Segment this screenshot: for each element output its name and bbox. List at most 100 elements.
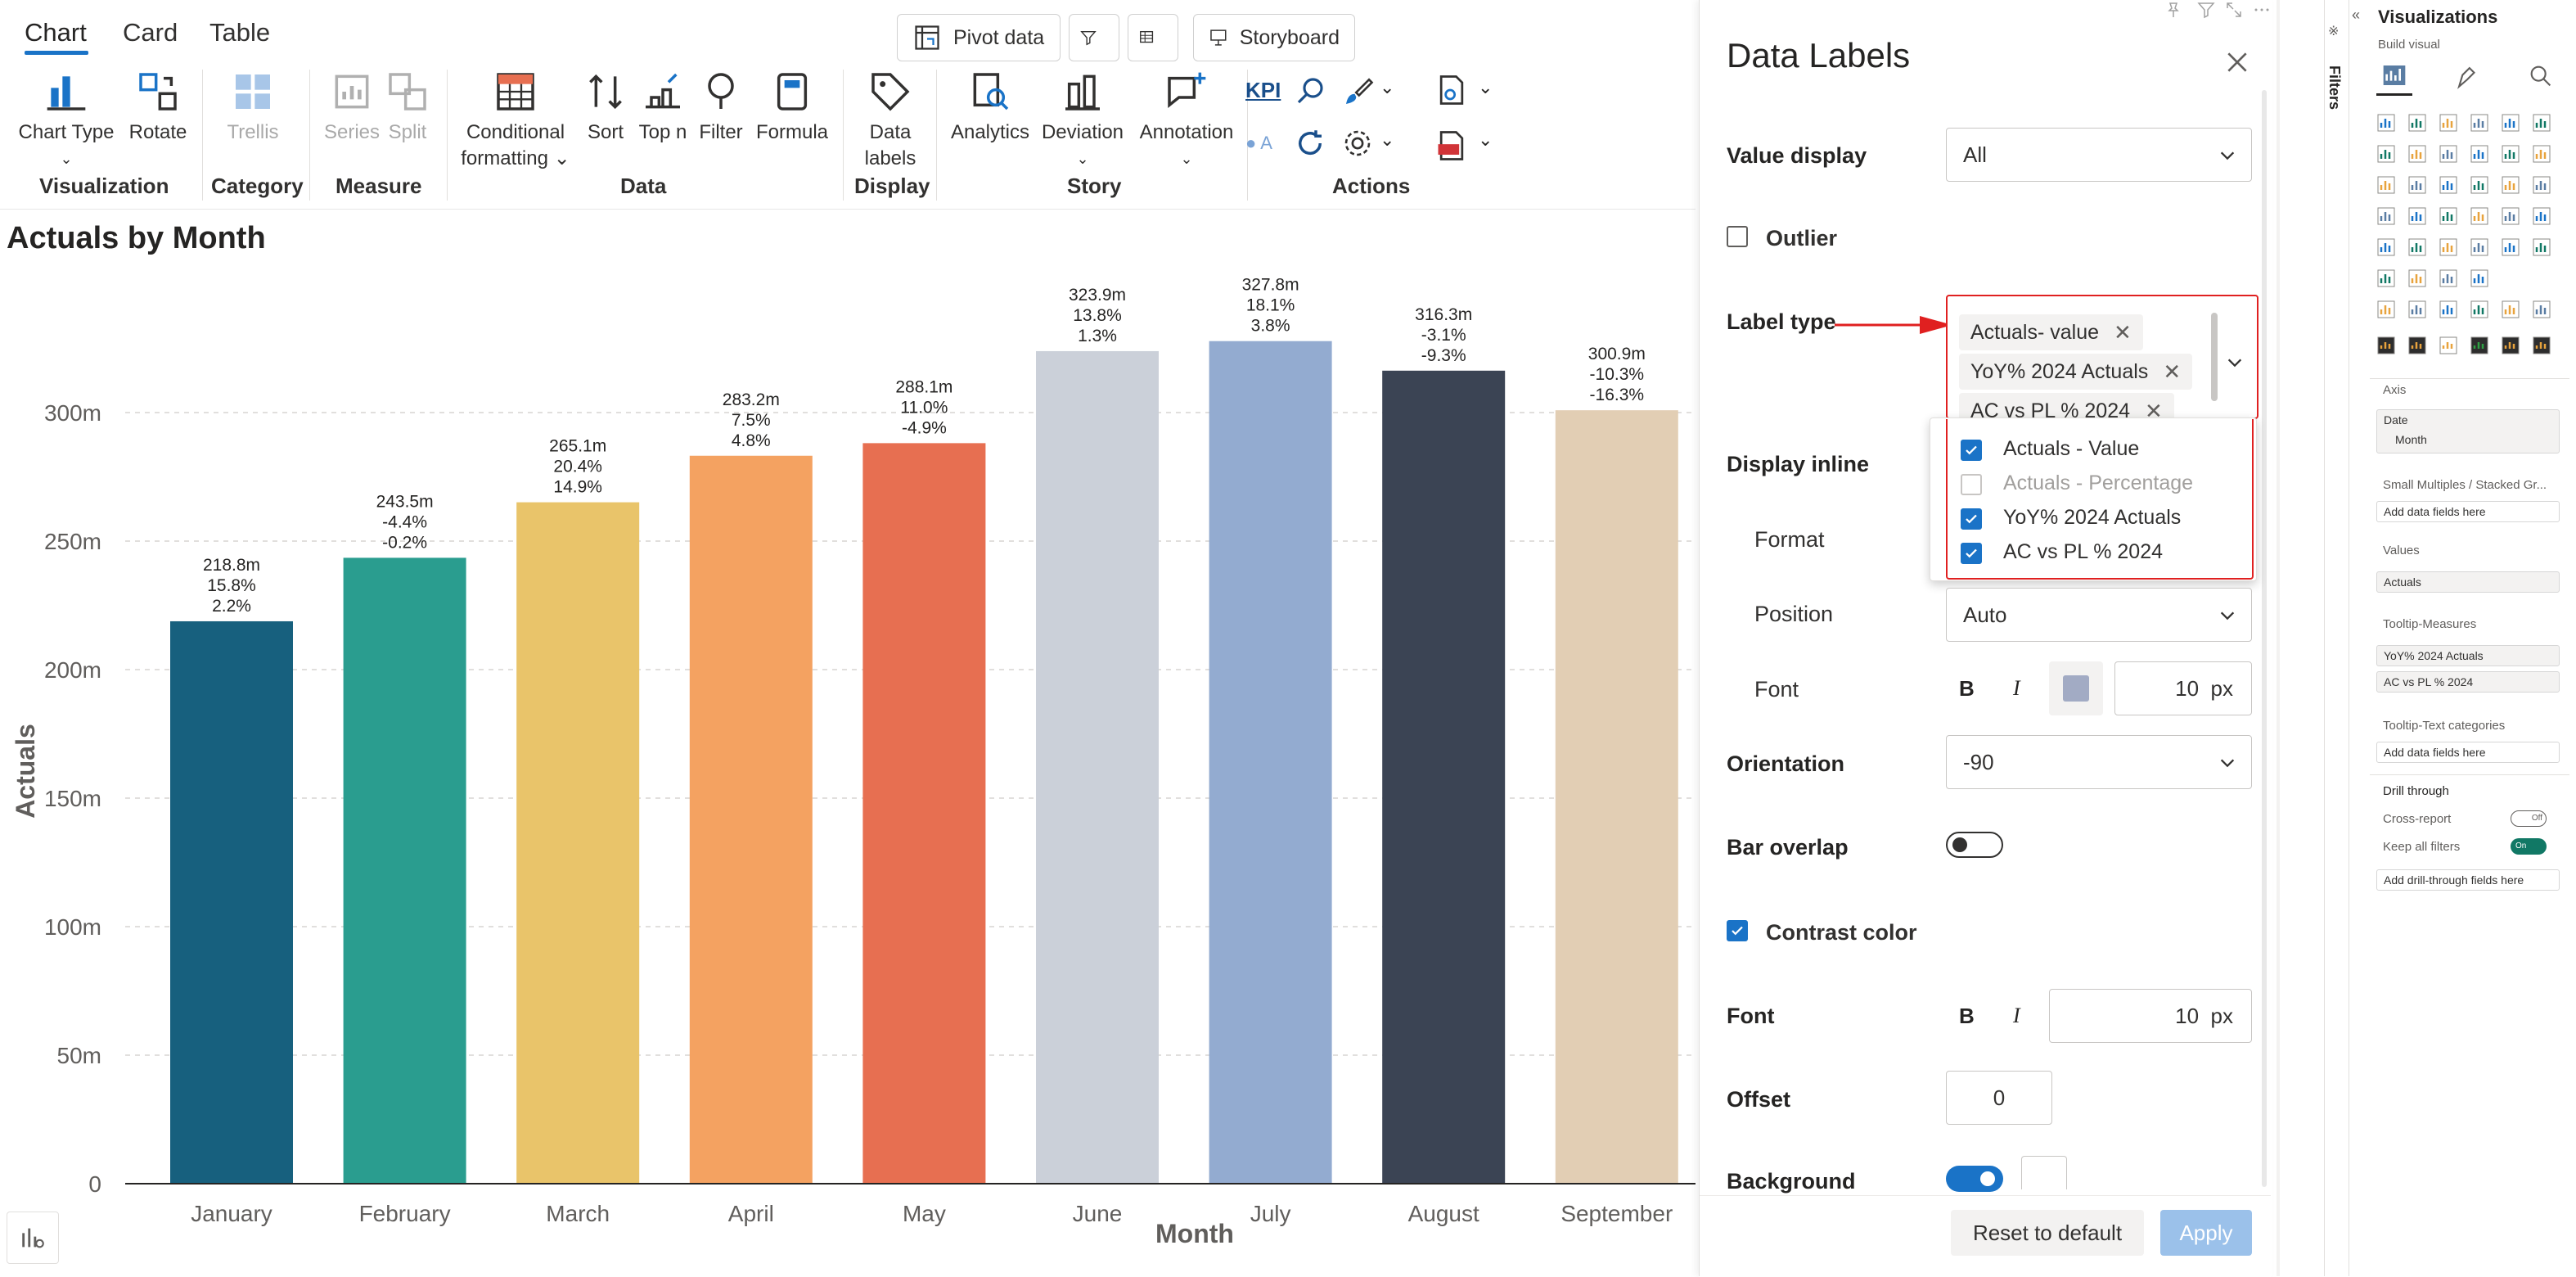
- visual-type-icon[interactable]: [2532, 237, 2551, 257]
- filter-button[interactable]: Filter: [694, 69, 748, 146]
- table-edit-button[interactable]: [1128, 14, 1178, 61]
- visual-type-icon[interactable]: [2376, 268, 2396, 288]
- italic-button-2[interactable]: I: [2013, 1004, 2020, 1028]
- outlier-checkbox[interactable]: [1727, 226, 1748, 247]
- tooltip-text-well[interactable]: Add data fields here: [2376, 742, 2560, 763]
- custom-visual-icon[interactable]: [2376, 336, 2396, 355]
- visual-type-icon[interactable]: [2376, 175, 2396, 195]
- bar-april[interactable]: [689, 455, 813, 1184]
- visual-type-icon[interactable]: [2439, 237, 2458, 257]
- pane-divider[interactable]: [2277, 0, 2280, 1276]
- panel-scrollbar[interactable]: [2262, 90, 2267, 1187]
- refresh-icon[interactable]: [1293, 126, 1327, 160]
- kpi-button[interactable]: KPI: [1245, 78, 1281, 103]
- rotate-button[interactable]: Rotate: [121, 69, 195, 146]
- visual-type-icon[interactable]: [2532, 175, 2551, 195]
- visual-type-icon[interactable]: [2501, 144, 2520, 164]
- visual-type-icon[interactable]: [2407, 268, 2427, 288]
- option-yoy[interactable]: YoY% 2024 Actuals: [2003, 506, 2181, 530]
- drill-through-well[interactable]: Add drill-through fields here: [2376, 869, 2560, 891]
- cross-report-toggle[interactable]: Off: [2511, 810, 2547, 827]
- custom-visual-icon[interactable]: [2501, 336, 2520, 355]
- visual-type-icon[interactable]: [2376, 144, 2396, 164]
- chevron-down-icon[interactable]: ⌄: [1380, 129, 1394, 151]
- chevron-down-icon[interactable]: ⌄: [1478, 129, 1493, 151]
- analytics-button[interactable]: Analytics: [944, 69, 1036, 146]
- visual-type-icon[interactable]: [2407, 237, 2427, 257]
- tooltip-field-ac-vs-pl[interactable]: AC vs PL % 2024: [2376, 671, 2560, 693]
- split-button[interactable]: Split: [378, 69, 437, 146]
- option-actuals-value[interactable]: Actuals - Value: [2003, 437, 2139, 461]
- bar-august[interactable]: [1382, 370, 1506, 1184]
- annotation-button[interactable]: Annotation ⌄: [1133, 69, 1241, 172]
- analytics-pane-icon[interactable]: [2527, 62, 2555, 90]
- chevron-down-icon[interactable]: ⌄: [1380, 77, 1394, 98]
- filters-pane-collapsed[interactable]: ※ Filters: [2324, 0, 2349, 1276]
- option-checkbox-ac-vs-pl[interactable]: [1961, 543, 1982, 564]
- visual-type-icon[interactable]: [2501, 300, 2520, 319]
- collapse-arrow-icon[interactable]: ※: [2328, 23, 2339, 39]
- font2-size-input[interactable]: 10 px: [2049, 989, 2252, 1043]
- visual-type-icon[interactable]: [2376, 237, 2396, 257]
- custom-visual-icon[interactable]: [2407, 336, 2427, 355]
- data-labels-button[interactable]: Data labels: [851, 69, 930, 172]
- option-actuals-percentage[interactable]: Actuals - Percentage: [2003, 472, 2193, 495]
- option-ac-vs-pl[interactable]: AC vs PL % 2024: [2003, 540, 2163, 564]
- filter-icon[interactable]: [2196, 0, 2216, 20]
- visual-type-icon[interactable]: [2376, 206, 2396, 226]
- chevron-down-icon[interactable]: ⌄: [1478, 77, 1493, 98]
- visual-type-icon[interactable]: [2439, 300, 2458, 319]
- tab-table[interactable]: Table: [209, 18, 270, 47]
- conditional-formatting-button[interactable]: Conditional formatting ⌄: [455, 69, 576, 172]
- visual-type-icon[interactable]: [2470, 237, 2489, 257]
- bar-march[interactable]: [516, 502, 640, 1184]
- chart-settings-button[interactable]: [7, 1212, 59, 1264]
- visual-type-icon[interactable]: [2407, 206, 2427, 226]
- apply-button[interactable]: Apply: [2160, 1210, 2252, 1256]
- sort-button[interactable]: Sort: [581, 69, 630, 146]
- bar-september[interactable]: [1555, 410, 1678, 1184]
- custom-visual-icon[interactable]: [2470, 336, 2489, 355]
- values-field-actuals[interactable]: Actuals: [2376, 571, 2560, 593]
- formula-button[interactable]: Formula: [751, 69, 833, 146]
- axis-field-month[interactable]: Month: [2384, 433, 2559, 446]
- remove-chip-icon[interactable]: ✕: [2163, 359, 2181, 385]
- visual-type-icon[interactable]: [2532, 144, 2551, 164]
- chevron-down-icon[interactable]: [2226, 354, 2244, 372]
- format-visual-icon[interactable]: [2453, 62, 2481, 90]
- pdf-icon[interactable]: [1434, 128, 1470, 164]
- bar-june[interactable]: [1036, 350, 1159, 1184]
- italic-button[interactable]: I: [2013, 676, 2020, 701]
- contrast-color-checkbox[interactable]: [1727, 920, 1748, 941]
- bar-february[interactable]: [343, 557, 466, 1184]
- visual-type-icon[interactable]: [2407, 175, 2427, 195]
- keep-filters-toggle[interactable]: On: [2511, 838, 2547, 855]
- background-color-swatch[interactable]: [2021, 1156, 2067, 1189]
- deviation-button[interactable]: Deviation ⌄: [1038, 69, 1128, 172]
- visual-type-icon[interactable]: [2470, 268, 2489, 288]
- collapse-icon[interactable]: «: [2352, 7, 2360, 24]
- visual-type-icon[interactable]: [2439, 175, 2458, 195]
- visual-type-icon[interactable]: [2376, 113, 2396, 133]
- export-settings-icon[interactable]: [1434, 72, 1470, 108]
- filter-funnel-button[interactable]: [1069, 14, 1119, 61]
- visual-type-icon[interactable]: [2532, 206, 2551, 226]
- chip-ac-vs-pl[interactable]: AC vs PL % 2024 ✕: [1959, 393, 2174, 417]
- a-label-toggle[interactable]: ● A: [1245, 133, 1272, 154]
- tab-card[interactable]: Card: [123, 18, 178, 47]
- visual-type-icon[interactable]: [2532, 113, 2551, 133]
- close-icon[interactable]: [2224, 49, 2250, 75]
- bar-overlap-toggle[interactable]: [1946, 832, 2003, 858]
- value-display-select[interactable]: All: [1946, 128, 2252, 182]
- chip-actuals-value[interactable]: Actuals- value ✕: [1959, 314, 2143, 350]
- visual-type-icon[interactable]: [2501, 237, 2520, 257]
- visual-type-icon[interactable]: [2470, 300, 2489, 319]
- position-select[interactable]: Auto: [1946, 588, 2252, 642]
- small-multiples-well[interactable]: Add data fields here: [2376, 501, 2560, 522]
- option-checkbox-yoy[interactable]: [1961, 508, 1982, 530]
- visual-type-icon[interactable]: [2439, 113, 2458, 133]
- visual-type-icon[interactable]: [2407, 113, 2427, 133]
- series-button[interactable]: Series: [321, 69, 383, 146]
- label-type-multiselect[interactable]: Actuals- value ✕ YoY% 2024 Actuals ✕ AC vs…: [1946, 295, 2259, 419]
- custom-visual-icon[interactable]: [2532, 336, 2551, 355]
